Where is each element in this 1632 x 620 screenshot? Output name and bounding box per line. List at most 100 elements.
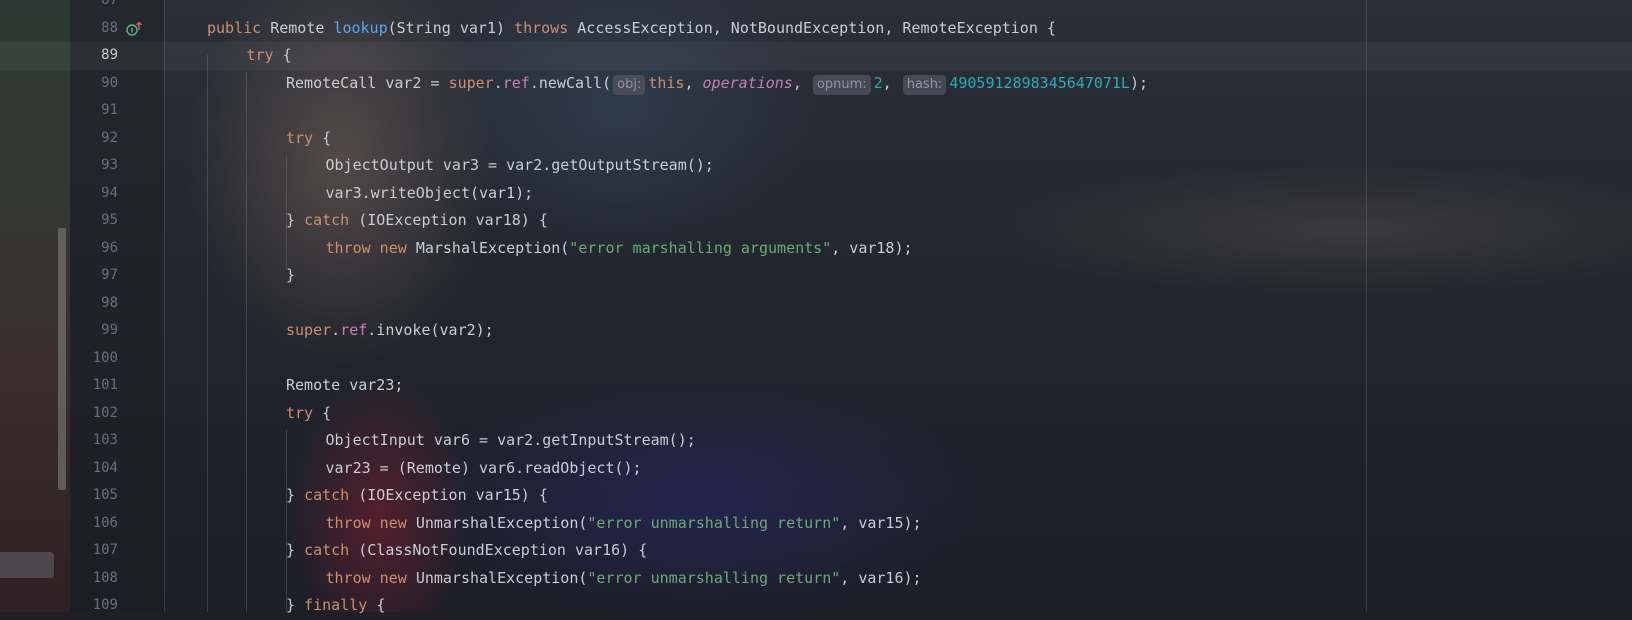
code-token: UnmarshalException( <box>415 513 588 532</box>
code-token: var3.writeObject(var1); <box>325 183 534 202</box>
code-line[interactable]: 109} finally { <box>0 592 1632 620</box>
code-token: ObjectOutput var3 = var2.getOutputStream… <box>325 156 714 174</box>
line-number[interactable]: 103 <box>70 427 118 455</box>
code-line[interactable]: 92 try { <box>0 125 1632 153</box>
code-line[interactable]: 96 throw new MarshalException("error mars… <box>0 235 1632 263</box>
code-token: this <box>648 73 685 92</box>
code-token: UnmarshalException( <box>415 568 588 587</box>
code-token: , <box>792 73 811 92</box>
code-token: .newCall( <box>529 73 612 92</box>
code-text: public Remote lookup(String var1) throws… <box>207 15 1056 43</box>
code-token: (IOException var15) { <box>358 486 548 504</box>
line-number[interactable]: 98 <box>70 290 118 318</box>
line-number[interactable]: 99 <box>70 317 118 345</box>
code-line[interactable]: 91 <box>0 97 1632 125</box>
code-token: public <box>207 18 271 37</box>
code-text: } catch (ClassNotFoundException var16) { <box>286 537 647 565</box>
code-line[interactable]: 90 RemoteCall var2 = super.ref.newCall(ob… <box>0 70 1632 98</box>
code-token: , <box>684 73 703 92</box>
code-token: throw new <box>325 238 416 257</box>
code-line[interactable]: 95 } catch (IOException var18) { <box>0 207 1632 235</box>
line-number[interactable]: 89 <box>70 42 118 70</box>
code-token: { <box>376 596 386 614</box>
line-number[interactable]: 95 <box>70 207 118 235</box>
code-line[interactable]: 106 throw new UnmarshalException("error u… <box>0 510 1632 538</box>
code-line[interactable]: 105 } catch (IOException var15) { <box>0 482 1632 510</box>
line-number[interactable]: 107 <box>70 537 118 565</box>
code-text: ObjectInput var6 = var2.getInputStream()… <box>326 427 696 455</box>
code-token: var23 = (Remote) var6.readObject(); <box>325 458 642 477</box>
code-token: , <box>882 73 901 92</box>
code-text: try { <box>286 400 331 428</box>
code-text: var23 = (Remote) var6.readObject(); <box>326 455 642 483</box>
code-token: { <box>282 46 292 64</box>
code-line[interactable]: 99 super.ref.invoke(var2); <box>0 317 1632 345</box>
code-token: MarshalException( <box>415 238 570 257</box>
code-text: super.ref.invoke(var2); <box>286 317 494 345</box>
code-line[interactable]: 102 try { <box>0 400 1632 428</box>
code-token: } <box>286 541 305 559</box>
line-number[interactable]: 93 <box>70 152 118 180</box>
line-number[interactable]: 88 <box>70 15 118 43</box>
code-text: throw new UnmarshalException("error unma… <box>326 510 922 538</box>
code-line[interactable]: 104 var23 = (Remote) var6.readObject(); <box>0 455 1632 483</box>
line-number[interactable]: 97 <box>70 262 118 290</box>
code-token: try <box>286 128 323 147</box>
code-token: } <box>286 596 305 614</box>
code-text: ObjectOutput var3 = var2.getOutputStream… <box>326 152 714 180</box>
line-number[interactable]: 101 <box>70 372 118 400</box>
implementation-up-arrow-icon[interactable] <box>126 21 142 37</box>
code-line[interactable]: 100 <box>0 345 1632 373</box>
code-line[interactable]: 108 throw new UnmarshalException("error u… <box>0 565 1632 593</box>
code-token: "error marshalling arguments" <box>569 238 832 257</box>
code-token: } <box>286 486 305 504</box>
line-number[interactable]: 90 <box>70 70 118 98</box>
code-line[interactable]: 93 ObjectOutput var3 = var2.getOutputStre… <box>0 152 1632 180</box>
line-number[interactable]: 96 <box>70 235 118 263</box>
code-token: (String var1) <box>387 18 515 37</box>
code-line[interactable]: 89 try { <box>0 42 1632 70</box>
code-token: try <box>286 403 323 422</box>
code-token: } <box>286 266 296 284</box>
line-number[interactable]: 92 <box>70 125 118 153</box>
code-text: try { <box>286 125 331 153</box>
code-token: , var18); <box>831 238 913 257</box>
code-line[interactable]: 98 <box>0 290 1632 318</box>
code-token: "error unmarshalling return" <box>587 568 841 587</box>
line-number[interactable]: 100 <box>70 345 118 373</box>
code-token: Remote <box>270 18 334 37</box>
code-token: 2 <box>873 73 883 92</box>
code-line[interactable]: 103 ObjectInput var6 = var2.getInputStrea… <box>0 427 1632 455</box>
code-text: var3.writeObject(var1); <box>326 180 534 208</box>
code-token: try <box>246 46 283 64</box>
code-line[interactable]: 97} <box>0 262 1632 290</box>
line-number[interactable]: 102 <box>70 400 118 428</box>
line-number[interactable]: 91 <box>70 97 118 125</box>
line-number[interactable]: 104 <box>70 455 118 483</box>
line-number[interactable]: 106 <box>70 510 118 538</box>
code-line[interactable]: 88 public Remote lookup(String var1) thro… <box>0 15 1632 43</box>
code-token: ref <box>502 73 530 92</box>
code-text: Remote var23; <box>286 372 403 400</box>
code-token: ObjectInput var6 = var2.getInputStream()… <box>325 431 696 449</box>
line-number[interactable]: 109 <box>70 592 118 620</box>
code-line[interactable]: 107} catch (ClassNotFoundException var16… <box>0 537 1632 565</box>
code-token: (IOException var18) { <box>358 211 548 229</box>
line-number[interactable]: 105 <box>70 482 118 510</box>
code-text: } catch (IOException var15) { <box>286 482 548 510</box>
line-number[interactable]: 94 <box>70 180 118 208</box>
line-number[interactable]: 108 <box>70 565 118 593</box>
code-line[interactable]: 101 Remote var23; <box>0 372 1632 400</box>
code-token: throws <box>514 18 578 37</box>
code-token: catch <box>304 541 359 559</box>
code-line[interactable]: 87 <box>0 0 1632 15</box>
parameter-hint: obj: <box>613 74 646 95</box>
code-token: operations <box>702 73 793 92</box>
code-editor[interactable]: 87 88 public Remote lookup(String var1) th… <box>0 0 1632 620</box>
code-text: } catch (IOException var18) { <box>286 207 548 235</box>
code-token: throw new <box>325 513 416 532</box>
code-token: (ClassNotFoundException var16) { <box>358 541 648 559</box>
parameter-hint: opnum: <box>812 74 871 95</box>
code-line[interactable]: 94 var3.writeObject(var1); <box>0 180 1632 208</box>
line-number[interactable]: 87 <box>70 0 118 15</box>
